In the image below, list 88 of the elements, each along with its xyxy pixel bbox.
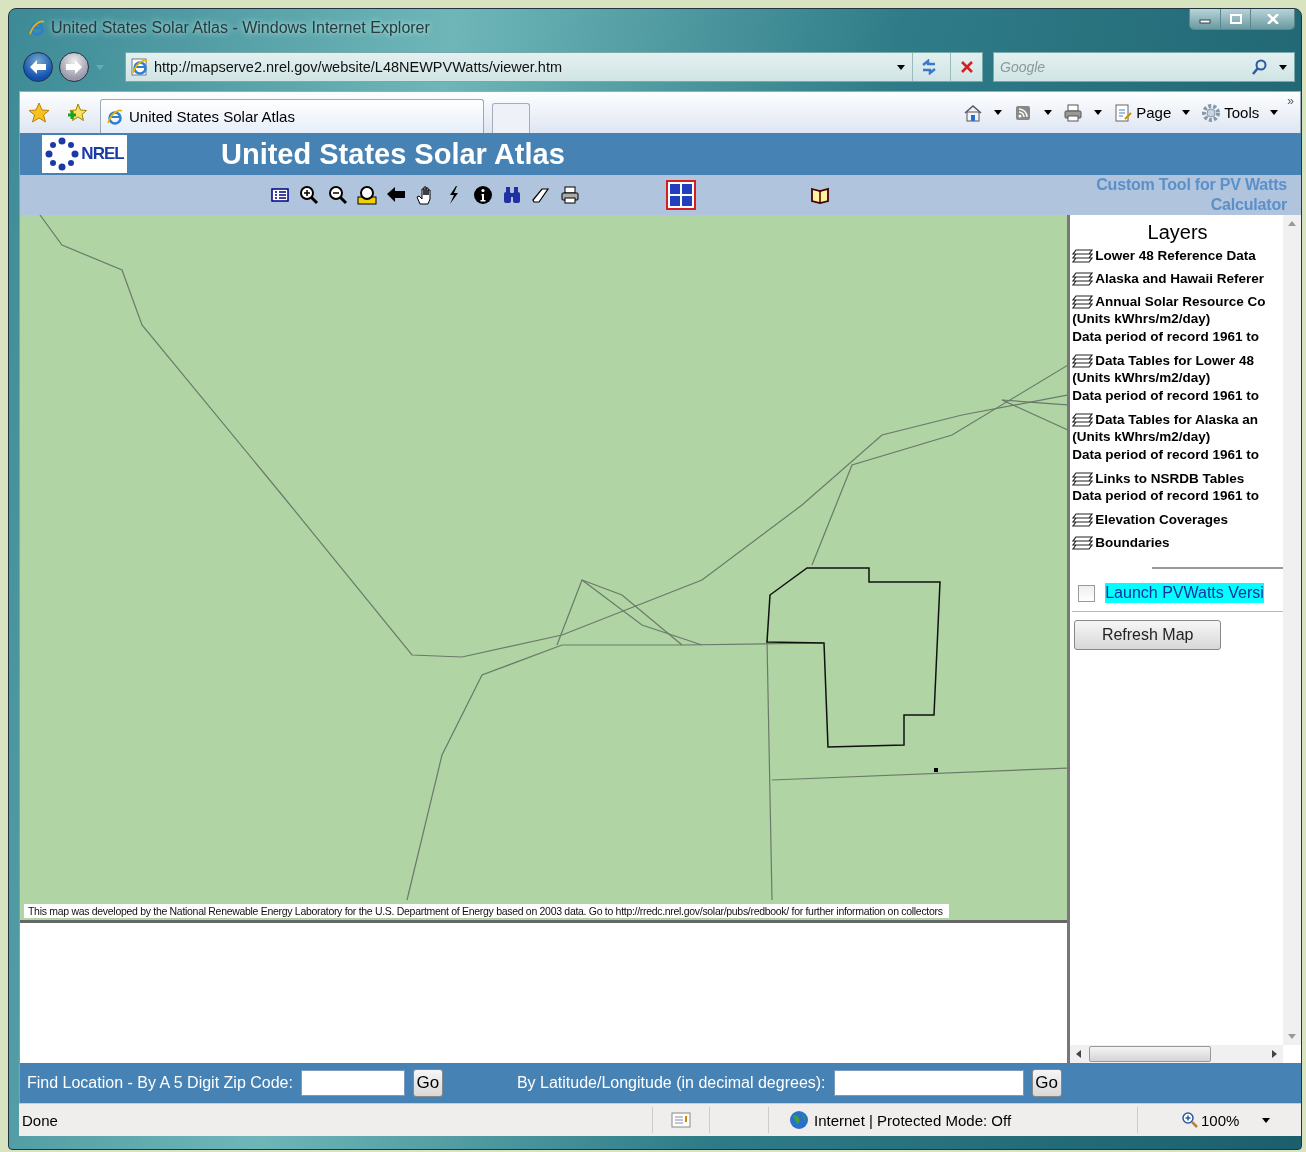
map-zoom-icon[interactable] [357,185,377,205]
layer-name[interactable]: Annual Solar Resource Co [1095,293,1266,310]
maximize-button[interactable] [1220,9,1250,29]
go-button[interactable]: Go [1031,1069,1062,1097]
map-credit-text: This map was developed by the National Renewable Energy Laboratory for the U.S. Department of Energy based on 2003 data. Go to http://rredc.nrel.gov/solar/pubs/redbook/ for further information on collectors [24,904,949,918]
sunburst-icon [45,137,80,171]
layer-name[interactable]: Lower 48 Reference Data [1095,247,1256,264]
layer-name[interactable]: Data Tables for Lower 48 [1095,352,1254,369]
layer-name[interactable]: Data Tables for Alaska an [1095,411,1258,428]
layers-icon[interactable] [1072,269,1094,287]
layers-icon[interactable] [1072,533,1094,551]
eraser-icon[interactable] [531,185,551,205]
layers-icon[interactable] [1072,292,1094,310]
dropdown-caret-icon[interactable] [896,63,906,71]
close-icon [1266,14,1279,24]
forward-arrow-icon [65,59,83,75]
layer-name[interactable]: Boundaries [1095,534,1170,551]
globe-icon [789,1110,809,1130]
window-title: United States Solar Atlas - Windows Internet Explorer [51,19,430,37]
more-commands-button[interactable]: » [1287,94,1294,108]
layers-icon[interactable] [1072,246,1094,264]
layer-note: (Units kWhrs/m2/day) [1072,369,1212,387]
scrollbar-thumb[interactable] [1089,1046,1212,1062]
launch-checkbox[interactable] [1078,584,1096,602]
page-alert-icon[interactable] [671,1112,691,1128]
launch-pvwatts-label[interactable]: Launch PVWatts Versi [1105,583,1264,603]
layers-icon[interactable] [1072,510,1094,528]
layer-note: Data period of record 1961 to [1072,446,1260,464]
scroll-left-icon[interactable] [1076,1050,1082,1058]
nrel-logo: NREL [42,135,127,173]
dropdown-caret-icon[interactable] [1093,109,1104,116]
home-icon [963,102,984,123]
layers-icon[interactable] [1072,351,1094,369]
page-menu-button[interactable]: Page [1111,102,1174,123]
ie-logo-icon [107,108,123,125]
printer-icon[interactable] [560,185,580,205]
zip-code-label: Find Location - By A 5 Digit Zip Code: [27,1074,293,1092]
page-icon [1113,102,1134,123]
lat-long-label: By Latitude/Longitude (in decimal degrees): [516,1074,826,1092]
dropdown-caret-icon[interactable] [993,109,1004,116]
address-field[interactable]: http://mapserve2.nrel.gov/website/L48NEWPVWatts/viewer.htm [125,52,983,82]
forward-button[interactable] [59,52,89,82]
info-icon[interactable] [473,185,493,205]
tools-menu-button[interactable]: Tools [1199,102,1262,123]
list-icon[interactable] [270,185,290,205]
zoom-level-button[interactable]: 100% [1176,1110,1246,1130]
page-title: United States Solar Atlas [221,137,565,171]
layer-name[interactable]: Elevation Coverages [1095,511,1228,528]
layer-name[interactable]: Links to NSRDB Tables [1095,470,1245,487]
zoom-icon [1182,1112,1198,1128]
layer-note: Data period of record 1961 to [1072,328,1260,346]
go-button[interactable]: Go [412,1069,443,1097]
gear-icon [1201,102,1222,123]
layer-note: Data period of record 1961 to [1072,387,1260,405]
zip-code-field[interactable] [300,1070,405,1096]
dropdown-caret-icon[interactable] [1181,109,1192,116]
pvwatts-icon[interactable] [666,180,696,210]
layer-name[interactable]: Alaska and Hawaii Referer [1095,270,1265,287]
printer-icon [1063,102,1084,123]
layer-note: (Units kWhrs/m2/day) [1072,310,1212,328]
layers-icon[interactable] [1072,469,1094,487]
stop-icon [959,60,974,74]
dropdown-caret-icon[interactable] [1043,109,1054,116]
star-icon[interactable] [28,101,50,124]
layer-note: (Units kWhrs/m2/day) [1072,428,1212,446]
back-arrow-icon [29,59,47,75]
binoculars-icon[interactable] [502,185,522,205]
layers-icon[interactable] [1072,410,1094,428]
layers-heading: Layers [1146,221,1209,244]
browser-tab[interactable]: United States Solar Atlas [100,99,484,133]
back-button[interactable] [23,52,53,82]
refresh-map-button[interactable]: Refresh Map [1074,620,1222,650]
dropdown-caret-icon[interactable] [1269,109,1280,116]
lat-long-field[interactable] [833,1070,1024,1096]
maximize-icon [1229,14,1242,24]
minimize-button[interactable] [1190,9,1220,29]
book-icon[interactable] [810,185,830,205]
close-button[interactable] [1250,9,1294,29]
layer-note: Data period of record 1961 to [1072,487,1260,505]
ie-page-icon [130,58,148,76]
security-zone-text: Internet | Protected Mode: Off [814,1111,1012,1129]
ie-logo-icon [29,20,45,36]
zoom-in-icon[interactable] [299,185,319,205]
zoom-out-icon[interactable] [328,185,348,205]
status-text: Done [22,1111,59,1129]
scroll-right-icon[interactable] [1272,1050,1277,1058]
add-star-icon[interactable] [66,101,88,124]
dropdown-caret-icon[interactable] [1261,1116,1272,1124]
